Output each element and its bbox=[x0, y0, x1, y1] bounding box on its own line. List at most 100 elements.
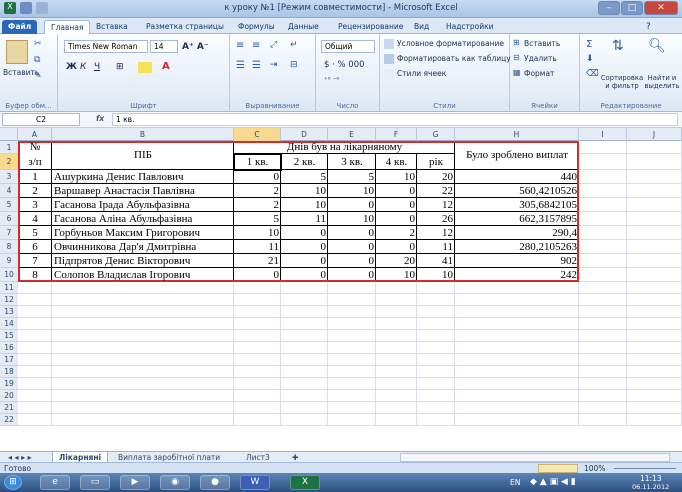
select-all-corner[interactable] bbox=[0, 128, 18, 141]
row-header[interactable]: 18 bbox=[0, 366, 18, 378]
paid-value[interactable]: 440 bbox=[457, 170, 578, 184]
days-value[interactable]: 12 bbox=[419, 198, 453, 212]
column-header-g[interactable]: G bbox=[417, 128, 455, 141]
row-header[interactable]: 6 bbox=[0, 212, 18, 226]
employee-name[interactable]: Овчинникова Дар'я Дмитрівна bbox=[54, 240, 232, 254]
row-header[interactable]: 20 bbox=[0, 390, 18, 402]
days-value[interactable]: 10 bbox=[378, 170, 415, 184]
row-header[interactable]: 3 bbox=[0, 170, 18, 184]
employee-name[interactable]: Гасанова Аліна Абульфазівна bbox=[54, 212, 232, 226]
clear-icon[interactable]: ⌫ bbox=[586, 69, 599, 79]
row-number[interactable]: 5 bbox=[20, 226, 50, 240]
days-value[interactable]: 0 bbox=[378, 212, 416, 226]
header-number-sub[interactable]: з/п bbox=[20, 154, 50, 170]
header-quarter[interactable]: 4 кв. bbox=[378, 154, 415, 170]
days-value[interactable]: 41 bbox=[419, 254, 453, 268]
row-number[interactable]: 8 bbox=[20, 268, 50, 282]
header-quarter[interactable]: 3 кв. bbox=[330, 154, 374, 170]
row-header[interactable]: 10 bbox=[0, 268, 18, 282]
days-value[interactable]: 5 bbox=[283, 170, 327, 184]
days-value[interactable]: 20 bbox=[378, 254, 415, 268]
days-value[interactable]: 0 bbox=[378, 198, 416, 212]
paid-value[interactable]: 280,2105263 bbox=[457, 240, 577, 254]
media-icon[interactable]: ▶ bbox=[120, 475, 150, 490]
bold-icon[interactable]: Ж bbox=[66, 62, 77, 72]
days-value[interactable]: 10 bbox=[236, 226, 279, 240]
format-cells-button[interactable]: Формат bbox=[524, 69, 554, 78]
find-select-button[interactable]: Найти и выделить bbox=[642, 74, 682, 90]
column-header-i[interactable]: I bbox=[579, 128, 627, 141]
days-value[interactable]: 10 bbox=[283, 184, 326, 198]
number-format-select[interactable]: Общий bbox=[321, 40, 375, 53]
days-value[interactable]: 11 bbox=[419, 240, 453, 254]
paid-value[interactable]: 902 bbox=[457, 254, 578, 268]
copy-icon[interactable]: ⧉ bbox=[34, 55, 40, 65]
row-header[interactable]: 14 bbox=[0, 318, 18, 330]
tab-view[interactable]: Вид bbox=[408, 20, 435, 34]
underline-icon[interactable]: Ч bbox=[94, 62, 100, 72]
column-header-b[interactable]: B bbox=[52, 128, 234, 141]
wrap-text-icon[interactable]: ↵ bbox=[290, 40, 298, 50]
find-icon[interactable]: 🔍︎ bbox=[648, 38, 666, 54]
help-icon[interactable]: ? bbox=[640, 20, 657, 34]
start-button[interactable]: ⊞ bbox=[4, 475, 22, 490]
header-quarter[interactable]: 1 кв. bbox=[236, 154, 279, 170]
language-indicator[interactable]: EN bbox=[510, 478, 520, 487]
days-value[interactable]: 2 bbox=[378, 226, 416, 240]
days-value[interactable]: 0 bbox=[283, 240, 327, 254]
row-header[interactable]: 15 bbox=[0, 330, 18, 342]
sheet-grid[interactable]: 1 2 3 4 5 6 7 8 9 10 11 12 13 14 15 16 17 18 19 20 21 22 № з/п П… bbox=[0, 141, 682, 451]
tab-review[interactable]: Рецензирование bbox=[332, 20, 409, 34]
days-value[interactable]: 0 bbox=[236, 170, 280, 184]
column-header-e[interactable]: E bbox=[328, 128, 376, 141]
row-number[interactable]: 4 bbox=[20, 212, 50, 226]
days-value[interactable]: 5 bbox=[236, 212, 280, 226]
minimize-button[interactable]: – bbox=[598, 1, 620, 15]
row-header[interactable]: 1 bbox=[0, 141, 18, 154]
row-number[interactable]: 3 bbox=[20, 198, 50, 212]
decimal-icon[interactable]: ⁺⁰ ⁻⁰ bbox=[324, 76, 339, 84]
sort-filter-icon[interactable]: ⇅ bbox=[612, 38, 624, 54]
days-value[interactable]: 26 bbox=[419, 212, 453, 226]
row-header[interactable]: 21 bbox=[0, 402, 18, 414]
header-number[interactable]: № bbox=[20, 141, 50, 154]
row-number[interactable]: 2 bbox=[20, 184, 50, 198]
align-middle-icon[interactable]: ≡ bbox=[252, 40, 260, 51]
align-left-icon[interactable]: ☰ bbox=[236, 60, 245, 71]
tab-home[interactable]: Главная bbox=[44, 20, 91, 34]
days-value[interactable]: 10 bbox=[378, 268, 415, 282]
days-value[interactable]: 10 bbox=[330, 184, 374, 198]
row-header[interactable]: 2 bbox=[0, 154, 18, 170]
tab-data[interactable]: Данные bbox=[282, 20, 325, 34]
days-value[interactable]: 0 bbox=[330, 240, 375, 254]
cond-format-button[interactable]: Условное форматирование bbox=[397, 39, 504, 48]
row-number[interactable]: 7 bbox=[20, 254, 50, 268]
row-header[interactable]: 11 bbox=[0, 282, 18, 294]
italic-icon[interactable]: К bbox=[80, 62, 86, 72]
function-icon[interactable]: fx bbox=[96, 114, 104, 123]
days-value[interactable]: 0 bbox=[330, 268, 375, 282]
days-value[interactable]: 11 bbox=[236, 240, 279, 254]
name-box[interactable]: C2 bbox=[2, 113, 80, 126]
row-header[interactable]: 19 bbox=[0, 378, 18, 390]
header-name[interactable]: ПІБ bbox=[54, 141, 232, 170]
font-size-select[interactable]: 14 bbox=[150, 40, 178, 53]
grow-font-icon[interactable]: A⁺ A⁻ bbox=[182, 42, 209, 52]
music-icon[interactable]: ◉ bbox=[160, 475, 190, 490]
format-painter-icon[interactable]: ✎ bbox=[34, 71, 42, 81]
insert-cells-button[interactable]: Вставить bbox=[524, 39, 560, 48]
row-number[interactable]: 1 bbox=[20, 170, 50, 184]
paid-value[interactable]: 242 bbox=[457, 268, 578, 282]
days-value[interactable]: 5 bbox=[330, 170, 375, 184]
days-value[interactable]: 10 bbox=[283, 198, 326, 212]
font-name-select[interactable]: Times New Roman bbox=[64, 40, 148, 53]
header-quarter[interactable]: 2 кв. bbox=[283, 154, 326, 170]
row-header[interactable]: 22 bbox=[0, 414, 18, 426]
row-header[interactable]: 7 bbox=[0, 226, 18, 240]
align-top-icon[interactable]: ≡ bbox=[236, 40, 244, 51]
format-table-button[interactable]: Форматировать как таблицу bbox=[397, 54, 511, 63]
days-value[interactable]: 0 bbox=[330, 254, 375, 268]
horizontal-scrollbar[interactable] bbox=[400, 453, 670, 462]
header-paid[interactable]: Було зроблено виплат bbox=[457, 141, 577, 170]
employee-name[interactable]: Горбуньов Максим Григорович bbox=[54, 226, 232, 240]
